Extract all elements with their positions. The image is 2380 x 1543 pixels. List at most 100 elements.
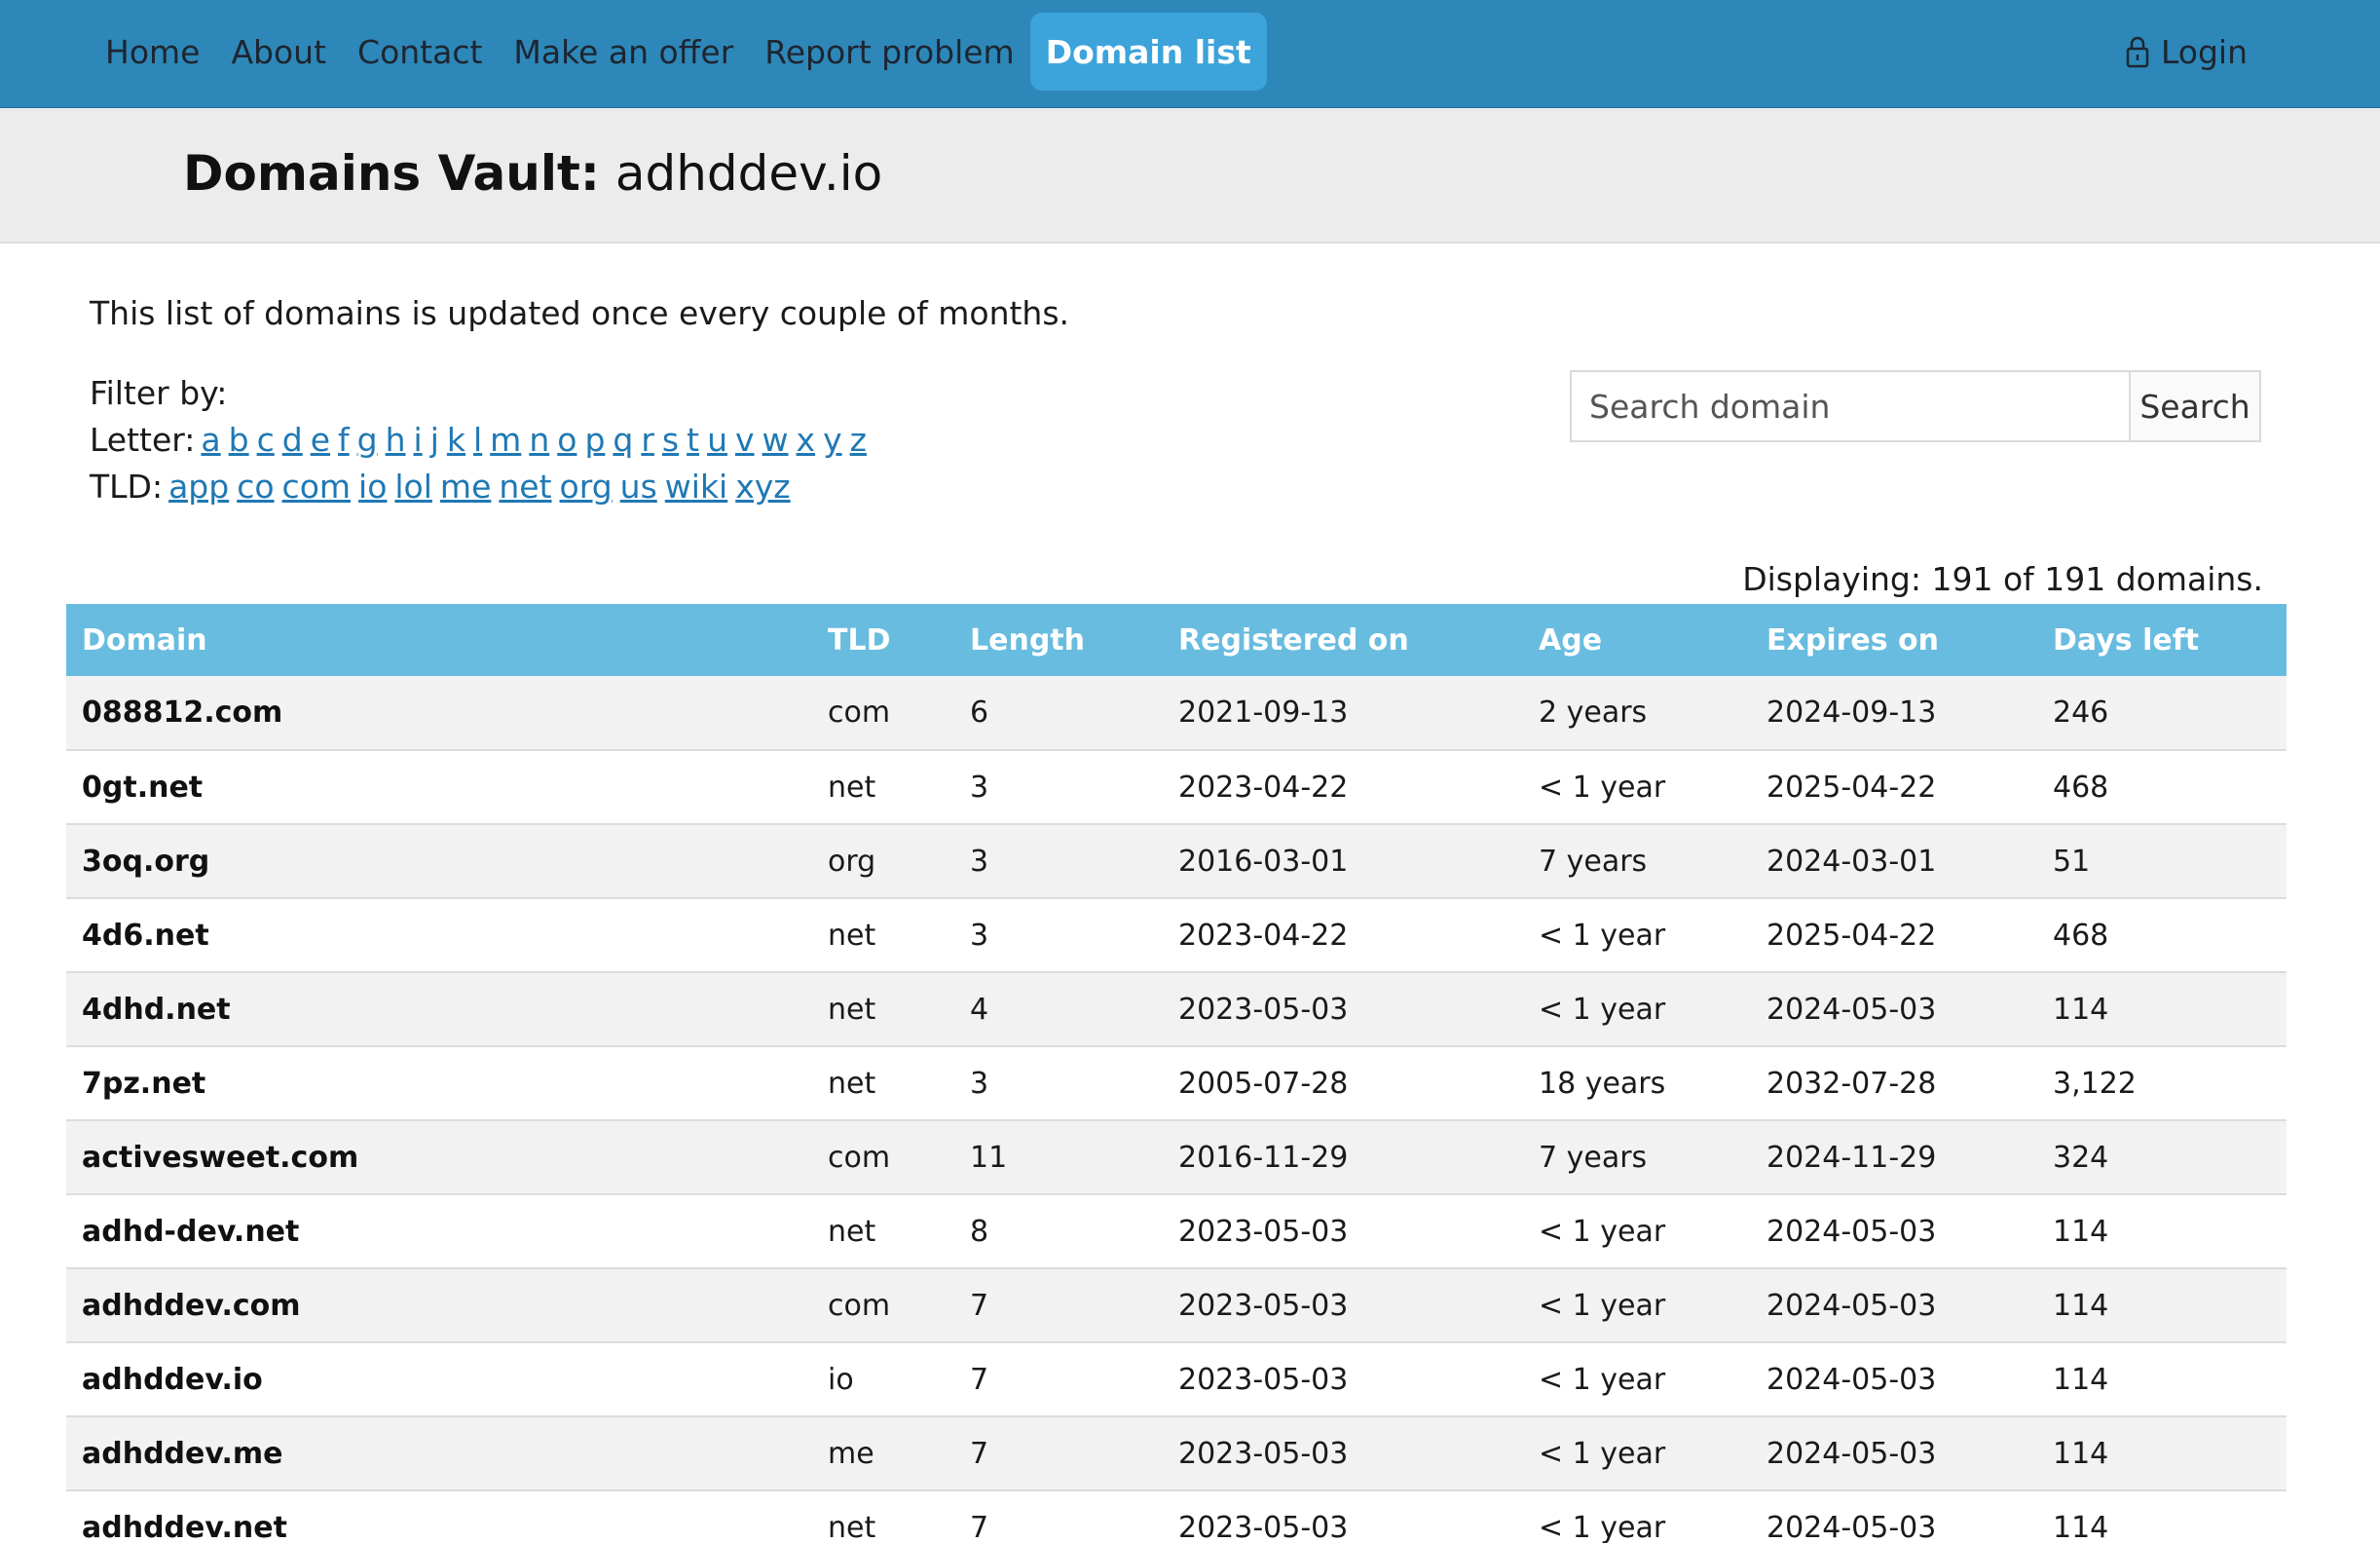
tld-filter-link[interactable]: xyz	[735, 468, 790, 506]
search-button[interactable]: Search	[2129, 372, 2259, 440]
letter-filter-links: abcdefghijklmnopqrstuvwxyz	[201, 421, 874, 459]
tld-filter-link[interactable]: net	[499, 468, 551, 506]
days-left-cell: 51	[2037, 824, 2287, 899]
letter-filter-link[interactable]: l	[473, 421, 482, 459]
letter-filter-link[interactable]: c	[257, 421, 275, 459]
days-left-cell: 114	[2037, 1194, 2287, 1269]
nav-item-contact[interactable]: Contact	[342, 13, 498, 91]
table-row: adhddev.com com 7 2023-05-03 < 1 year 2024-05…	[66, 1268, 2287, 1343]
nav-item-about[interactable]: About	[215, 13, 342, 91]
letter-filter-link[interactable]: q	[613, 421, 633, 459]
tld-cell: org	[812, 824, 954, 899]
expires-on-cell: 2024-05-03	[1751, 1268, 2037, 1343]
letter-filter-link[interactable]: y	[823, 421, 842, 459]
length-cell: 6	[954, 676, 1163, 751]
domain-cell[interactable]: 3oq.org	[66, 824, 812, 899]
tld-cell: net	[812, 972, 954, 1047]
domain-cell[interactable]: 0gt.net	[66, 750, 812, 825]
letter-filter-link[interactable]: g	[357, 421, 378, 459]
letter-filter-link[interactable]: f	[338, 421, 350, 459]
tld-cell: com	[812, 1268, 954, 1343]
letter-filter-link[interactable]: t	[687, 421, 699, 459]
length-cell: 7	[954, 1268, 1163, 1343]
letter-filter-link[interactable]: e	[311, 421, 330, 459]
column-header-length[interactable]: Length	[954, 604, 1163, 676]
letter-filter-link[interactable]: d	[282, 421, 303, 459]
letter-filter-link[interactable]: i	[414, 421, 423, 459]
column-header-expires-on[interactable]: Expires on	[1751, 604, 2037, 676]
letter-filter-link[interactable]: r	[641, 421, 654, 459]
tld-filter-link[interactable]: io	[358, 468, 387, 506]
domain-cell[interactable]: adhd-dev.net	[66, 1194, 812, 1269]
search-input[interactable]	[1572, 372, 2129, 440]
letter-filter-link[interactable]: p	[584, 421, 605, 459]
domain-cell[interactable]: 7pz.net	[66, 1046, 812, 1121]
tld-filter-link[interactable]: wiki	[665, 468, 727, 506]
tld-cell: net	[812, 1046, 954, 1121]
domain-cell[interactable]: 4dhd.net	[66, 972, 812, 1047]
table-row: adhddev.io io 7 2023-05-03 < 1 year 2024-05-0…	[66, 1342, 2287, 1417]
letter-filter-link[interactable]: j	[430, 421, 439, 459]
domain-cell[interactable]: adhddev.me	[66, 1416, 812, 1491]
tld-filter-link[interactable]: org	[560, 468, 613, 506]
length-cell: 11	[954, 1120, 1163, 1195]
domain-cell[interactable]: adhddev.io	[66, 1342, 812, 1417]
expires-on-cell: 2024-05-03	[1751, 1194, 2037, 1269]
age-cell: < 1 year	[1523, 1416, 1751, 1491]
letter-filter-link[interactable]: h	[386, 421, 406, 459]
tld-filter-link[interactable]: me	[440, 468, 491, 506]
filter-heading: Filter by:	[90, 374, 228, 412]
letter-filter-link[interactable]: z	[850, 421, 867, 459]
length-cell: 3	[954, 898, 1163, 973]
column-header-registered-on[interactable]: Registered on	[1163, 604, 1523, 676]
nav-item-home[interactable]: Home	[90, 13, 215, 91]
letter-filter-link[interactable]: x	[797, 421, 816, 459]
table-row: adhddev.net net 7 2023-05-03 < 1 year 2024-05…	[66, 1490, 2287, 1543]
age-cell: < 1 year	[1523, 1490, 1751, 1543]
letter-filter-label: Letter:	[90, 421, 196, 459]
nav-item-domain-list[interactable]: Domain list	[1029, 13, 1267, 91]
days-left-cell: 114	[2037, 1268, 2287, 1343]
registered-on-cell: 2023-05-03	[1163, 1268, 1523, 1343]
letter-filter-link[interactable]: w	[762, 421, 789, 459]
tld-cell: com	[812, 1120, 954, 1195]
domain-cell[interactable]: 4d6.net	[66, 898, 812, 973]
search-form: Search	[1570, 370, 2261, 442]
letter-filter-link[interactable]: a	[201, 421, 220, 459]
tld-filter-link[interactable]: co	[237, 468, 274, 506]
domain-cell[interactable]: adhddev.net	[66, 1490, 812, 1543]
nav-item-report-problem[interactable]: Report problem	[749, 13, 1029, 91]
login-link[interactable]: Login	[2126, 13, 2248, 91]
letter-filter-link[interactable]: u	[707, 421, 727, 459]
letter-filter-link[interactable]: v	[735, 421, 755, 459]
column-header-domain[interactable]: Domain	[66, 604, 812, 676]
column-header-tld[interactable]: TLD	[812, 604, 954, 676]
tld-filter-link[interactable]: us	[620, 468, 657, 506]
column-header-days-left[interactable]: Days left	[2037, 604, 2287, 676]
expires-on-cell: 2024-05-03	[1751, 1490, 2037, 1543]
tld-cell: io	[812, 1342, 954, 1417]
tld-filter-link[interactable]: com	[282, 468, 351, 506]
nav-item-make-an-offer[interactable]: Make an offer	[498, 13, 749, 91]
tld-filter-link[interactable]: app	[168, 468, 229, 506]
letter-filter-link[interactable]: m	[490, 421, 521, 459]
domain-cell[interactable]: activesweet.com	[66, 1120, 812, 1195]
column-header-age[interactable]: Age	[1523, 604, 1751, 676]
length-cell: 7	[954, 1342, 1163, 1417]
table-row: activesweet.com com 11 2016-11-29 7 years 202…	[66, 1120, 2287, 1195]
domain-cell[interactable]: adhddev.com	[66, 1268, 812, 1343]
letter-filter-link[interactable]: k	[447, 421, 465, 459]
expires-on-cell: 2032-07-28	[1751, 1046, 2037, 1121]
domain-cell[interactable]: 088812.com	[66, 676, 812, 751]
letter-filter-link[interactable]: n	[529, 421, 549, 459]
letter-filter-link[interactable]: b	[229, 421, 249, 459]
tld-filter-link[interactable]: lol	[394, 468, 432, 506]
tld-cell: com	[812, 676, 954, 751]
letter-filter-link[interactable]: s	[662, 421, 679, 459]
registered-on-cell: 2005-07-28	[1163, 1046, 1523, 1121]
letter-filter-link[interactable]: o	[557, 421, 576, 459]
registered-on-cell: 2023-05-03	[1163, 1342, 1523, 1417]
age-cell: < 1 year	[1523, 1194, 1751, 1269]
expires-on-cell: 2025-04-22	[1751, 750, 2037, 825]
days-left-cell: 468	[2037, 750, 2287, 825]
